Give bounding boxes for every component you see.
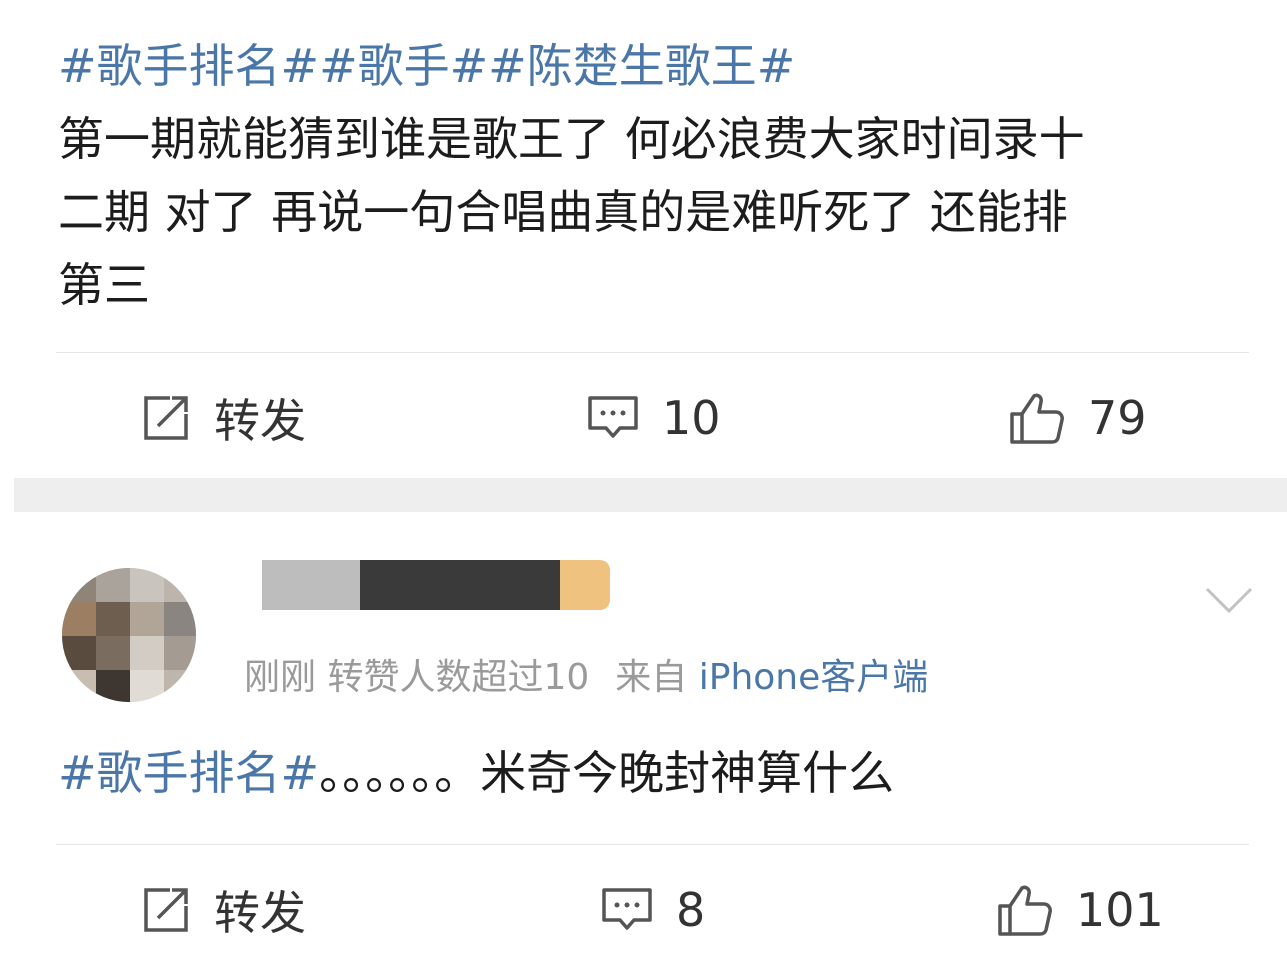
post-source-prefix: 来自 <box>615 657 688 698</box>
repost-button[interactable]: 转发 <box>140 870 306 950</box>
username-badge <box>560 560 610 610</box>
username[interactable] <box>262 560 622 610</box>
like-count: 79 <box>1088 391 1147 445</box>
divider <box>56 352 1249 353</box>
thumbs-up-icon <box>1010 393 1064 444</box>
repost-icon <box>144 888 188 932</box>
post-meta: 刚刚 转赞人数超过10 来自 iPhone客户端 <box>244 652 928 704</box>
comment-icon <box>602 888 652 930</box>
like-button[interactable]: 101 <box>996 870 1164 950</box>
repost-button[interactable]: 转发 <box>140 378 306 458</box>
comment-count: 10 <box>662 391 721 445</box>
post-body-line: 二期 对了 再说一句合唱曲真的是难听死了 还能排 <box>58 185 1068 239</box>
username-blur-segment <box>262 560 360 610</box>
repost-icon <box>144 396 188 440</box>
feed-separator <box>14 478 1287 512</box>
repost-label: 转发 <box>214 886 306 940</box>
like-button[interactable]: 79 <box>1008 378 1147 458</box>
post-body: #歌手排名#。。。。。。米奇今晚封神算什么 <box>58 738 894 808</box>
chevron-down-icon[interactable] <box>1204 585 1254 615</box>
post-body: 第一期就能猜到谁是歌王了 何必浪费大家时间录十 二期 对了 再说一句合唱曲真的是… <box>58 103 1258 322</box>
post-repost-note: 转赞人数超过10 <box>327 657 590 698</box>
post-body-line: 第三 <box>58 258 150 312</box>
avatar[interactable] <box>62 568 196 702</box>
username-blur-segment <box>360 560 560 610</box>
post-body-text: 。。。。。。米奇今晚封神算什么 <box>319 746 895 800</box>
comment-button[interactable]: 10 <box>586 378 721 458</box>
comment-button[interactable]: 8 <box>600 870 705 950</box>
post-source[interactable]: iPhone客户端 <box>699 657 929 698</box>
divider <box>56 844 1249 845</box>
post-time: 刚刚 <box>244 657 317 698</box>
comment-count: 8 <box>676 883 706 937</box>
action-bar: 转发 10 79 <box>0 378 1287 458</box>
repost-label: 转发 <box>214 394 306 448</box>
post-body-line: 第一期就能猜到谁是歌王了 何必浪费大家时间录十 <box>58 112 1085 166</box>
post-hashtag[interactable]: #歌手排名# <box>58 746 319 800</box>
post-hashtags[interactable]: #歌手排名##歌手##陈楚生歌王# <box>58 36 795 96</box>
like-count: 101 <box>1076 883 1164 937</box>
comment-icon <box>588 396 638 438</box>
post-card: #歌手排名##歌手##陈楚生歌王# 第一期就能猜到谁是歌王了 何必浪费大家时间录… <box>0 0 1287 478</box>
thumbs-up-icon <box>998 885 1052 936</box>
action-bar: 转发 8 101 <box>0 870 1287 950</box>
